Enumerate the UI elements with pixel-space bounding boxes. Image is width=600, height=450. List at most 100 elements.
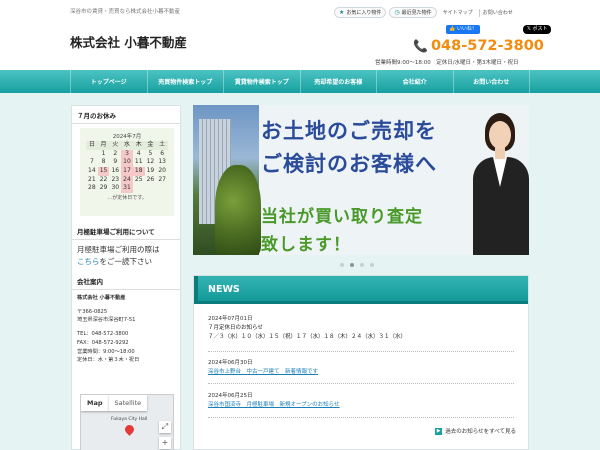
- calendar-day: 13: [158, 158, 166, 166]
- company-name: 株式会社 小暮不動産: [77, 295, 126, 301]
- tel: TEL：048-572-3800: [77, 331, 129, 338]
- calendar-day: 11: [134, 158, 143, 166]
- slider-dot[interactable]: [340, 263, 344, 267]
- calendar-weekday: 月: [97, 141, 110, 150]
- news-title[interactable]: 深谷市国済寺 月極駐車場 新規オープンのお知らせ: [208, 401, 340, 410]
- fax: FAX：048-572-9292: [77, 339, 129, 346]
- nav-contact[interactable]: お問い合わせ: [454, 70, 530, 93]
- company-hours: 営業時間：9:00～18:00: [77, 348, 135, 355]
- company-logo-text[interactable]: 株式会社 小暮不動産: [70, 32, 187, 51]
- hero-banner[interactable]: お土地のご売却を ご検討のお客様へ 当社が買い取り査定 致します！: [193, 105, 529, 255]
- favorites-button[interactable]: ★ お気に入り物件: [334, 7, 387, 18]
- calendar-day: 12: [146, 158, 155, 166]
- holiday-heading: ７月のお休み: [72, 106, 180, 124]
- map-pin-icon[interactable]: [123, 423, 136, 436]
- calendar-day: 21: [88, 175, 96, 183]
- calendar-weekday: 火: [109, 141, 122, 150]
- calendar-day: 1: [101, 149, 106, 157]
- building-photo: [193, 105, 261, 255]
- holiday-calendar: 2024年7月 日月火水木金土 1 2 3 4 5 6 7 8 9 10 11 12 13 14 15 16 17…: [80, 128, 174, 216]
- nav-rent-search[interactable]: 賃貸物件検索トップ: [224, 70, 301, 93]
- nav-company[interactable]: 会社紹介: [377, 70, 454, 93]
- nav-top[interactable]: トップページ: [70, 70, 148, 93]
- nav-sellers[interactable]: 売却希望のお客様: [301, 70, 377, 93]
- calendar-day: 26: [146, 175, 155, 183]
- top-utility-links: ★ お気に入り物件 ◷ 最近見た物件 サイトマップ お問い合わせ: [334, 7, 516, 18]
- calendar-day-holiday: 31: [121, 184, 133, 194]
- calendar-weekday: 水: [121, 141, 133, 150]
- calendar-weekday: 土: [156, 141, 168, 150]
- google-map[interactable]: Map Satellite Fukaya City Hall ⤢ +: [80, 394, 174, 450]
- calendar-day-holiday: 18: [132, 167, 145, 176]
- calendar-day: 29: [99, 184, 108, 192]
- site-tagline: 深谷市の賃貸・売買なら株式会社小暮不動産: [70, 9, 181, 15]
- fullscreen-icon[interactable]: ⤢: [159, 421, 171, 433]
- calendar-weekday: 木: [132, 141, 145, 150]
- slider-dot-active[interactable]: [350, 263, 354, 267]
- calendar-day: 16: [111, 167, 120, 175]
- slider-dots: [340, 263, 374, 267]
- news-see-all-link[interactable]: ▶ 過去のお知らせをすべて見る: [435, 427, 516, 435]
- thumbs-up-icon: 👍: [449, 26, 456, 32]
- map-tab-satellite[interactable]: Satellite: [108, 395, 148, 411]
- sidebar: ７月のお休み 2024年7月 日月火水木金土 1 2 3 4 5 6 7 8 9 10 11 12 13 1…: [71, 105, 181, 450]
- news-item: 2024年07月01日 ７月定休日のお知らせ ７／３（水）１０（水）１５（祝）１…: [208, 314, 406, 342]
- calendar-day: 8: [101, 158, 106, 166]
- calendar-day: 9: [113, 158, 118, 166]
- slider-dot[interactable]: [370, 263, 374, 267]
- arrow-right-icon: ▶: [435, 427, 443, 435]
- favorites-label: お気に入り物件: [346, 10, 382, 16]
- calendar-title: 2024年7月: [112, 134, 142, 140]
- calendar-day: 19: [146, 167, 155, 175]
- news-title[interactable]: ７月定休日のお知らせ: [208, 324, 406, 333]
- calendar-day: 7: [89, 158, 94, 166]
- hero-line-3: 当社が買い取り査定: [261, 207, 423, 227]
- nav-sale-search[interactable]: 売買物件検索トップ: [148, 70, 224, 93]
- news-date: 2024年06月25日: [208, 393, 253, 399]
- parking-text: 月極駐車場ご利用の際は こちらをご一読下さい: [77, 245, 160, 266]
- calendar-day: 14: [88, 167, 96, 175]
- hero-line-2: ご検討のお客様へ: [261, 152, 437, 176]
- slider-dot[interactable]: [360, 263, 364, 267]
- phone-number[interactable]: 📞 048-572-3800: [413, 38, 544, 54]
- recent-button[interactable]: ◷ 最近見た物件: [389, 7, 437, 18]
- map-tab-map[interactable]: Map: [81, 395, 109, 411]
- address: 埼玉県深谷市深谷町7-51: [77, 317, 136, 324]
- businesswoman-photo: [469, 105, 529, 255]
- sitemap-link[interactable]: サイトマップ: [440, 9, 476, 17]
- clock-icon: ◷: [394, 9, 400, 16]
- news-divider: [208, 351, 514, 352]
- zoom-in-button[interactable]: +: [159, 437, 171, 449]
- calendar-day: 20: [158, 167, 166, 175]
- calendar-day: 6: [160, 149, 165, 157]
- calendar-day: 4: [136, 149, 141, 157]
- news-divider: [208, 417, 514, 418]
- x-post-button[interactable]: 𝕏 ポスト: [522, 25, 552, 34]
- calendar-day: 5: [148, 149, 153, 157]
- news-section: NEWS 2024年07月01日 ７月定休日のお知らせ ７／３（水）１０（水）１…: [193, 275, 529, 450]
- calendar-day: 28: [88, 184, 96, 192]
- parking-heading: 月極駐車場ご利用について: [72, 222, 180, 240]
- social-buttons: 👍 いいね！ 𝕏 ポスト: [446, 25, 552, 34]
- global-nav: トップページ 売買物件検索トップ 賃貸物件検索トップ 売却希望のお客様 会社紹介…: [0, 70, 600, 93]
- calendar-day: 25: [134, 175, 143, 183]
- news-item: 2024年06月25日 深谷市国済寺 月極駐車場 新規オープンのお知らせ: [208, 391, 340, 410]
- news-body: ７／３（水）１０（水）１５（祝）１７（水）１８（木）２４（水）３１（水）: [208, 334, 407, 340]
- calendar-day-holiday: 17: [121, 167, 133, 176]
- facebook-like-button[interactable]: 👍 いいね！: [446, 25, 480, 34]
- calendar-day-holiday: 24: [121, 175, 133, 185]
- company-heading: 会社案内: [72, 272, 180, 290]
- news-heading: NEWS: [194, 276, 528, 304]
- x-logo-icon: 𝕏: [526, 26, 531, 32]
- contact-link[interactable]: お問い合わせ: [478, 8, 516, 17]
- recent-label: 最近見た物件: [401, 10, 432, 16]
- news-title[interactable]: 深谷市上野台 中古一戸建て 新着情報です: [208, 368, 318, 377]
- calendar-weekday: 日: [86, 141, 98, 150]
- calendar-day: 22: [99, 175, 108, 183]
- parking-link[interactable]: こちら: [77, 257, 100, 266]
- hero-line-4: 致します！: [261, 235, 351, 255]
- calendar-day: 2: [113, 149, 118, 157]
- star-icon: ★: [339, 9, 345, 16]
- calendar-day: 23: [111, 175, 120, 183]
- map-place-label: Fukaya City Hall: [111, 417, 148, 422]
